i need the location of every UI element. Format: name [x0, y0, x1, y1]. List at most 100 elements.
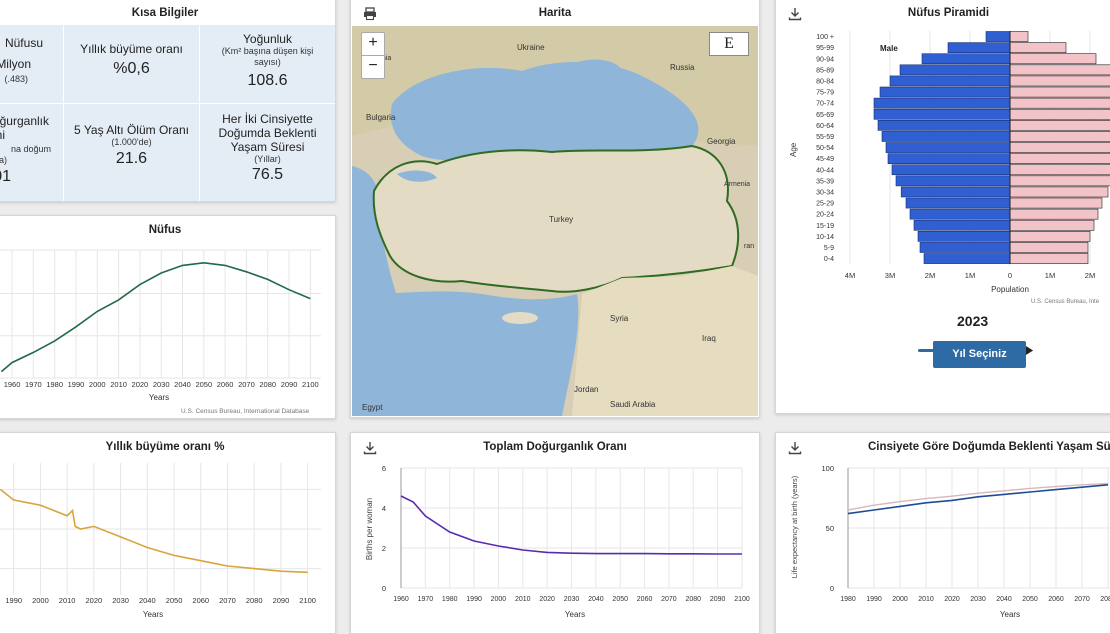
pyramid-age-label: 100 +: [816, 34, 834, 41]
nufus-chart: 1960 1970 1980 1990 2000 2010 2020 2030 2040 2050…: [0, 249, 321, 415]
map-label-ukraine: Ukraine: [517, 43, 545, 52]
zoom-out-button[interactable]: −: [361, 55, 385, 79]
pyramid-y-axis-label: Age: [789, 142, 798, 157]
pyramid-male-bar: [899, 64, 1011, 76]
pyramid-female-bar: [1009, 120, 1110, 131]
dogurganlik-label: ğurganlık: [0, 114, 49, 128]
yasam-suresi-label3: Yaşam Süresi: [230, 140, 305, 154]
play-icon[interactable]: [1025, 346, 1034, 355]
pyramid-male-bar: [887, 153, 1011, 164]
nufusu-sub: (.483): [4, 74, 28, 84]
pyramid-age-label: 85-89: [816, 67, 834, 74]
buyume-x-tick-label: 2080: [246, 596, 263, 605]
pyramid-male-bar: [909, 208, 1011, 220]
dogurganlik-x-tick-label: 2010: [515, 596, 531, 603]
nufus-series-line: [0, 261, 311, 373]
pyramid-age-label: 40-44: [816, 167, 834, 174]
pyramid-age-label: 25-29: [816, 201, 834, 208]
pyramid-age-label: 5-9: [824, 245, 834, 252]
yogunluk-label: Yoğunluk: [243, 32, 292, 46]
buyume-x-tick-label: 2030: [112, 596, 129, 605]
pyramid-x-tick-label: 2M: [925, 271, 935, 280]
dogurganlik-y-axis-label: Births per woman: [365, 498, 374, 560]
dogurganlik-x-tick-label: 2090: [710, 596, 726, 603]
yasam-y-tick-label: 50: [826, 524, 834, 533]
nufus-piramidi-panel: Nüfus Piramidi 0-4 5-9 10-14 15-19 20-24 25-2…: [775, 0, 1110, 414]
dogurganlik-panel: Toplam Doğurganlık Oranı 1960 1970 1980 199…: [350, 432, 760, 634]
map-corner-badge[interactable]: E: [709, 32, 749, 56]
dogurganlik-x-tick-label: 2000: [491, 596, 507, 603]
map-view[interactable]: Ukraine Russia Bulgaria Georgia Armenia …: [352, 26, 758, 416]
nufus-x-tick-label: 2010: [110, 380, 127, 389]
yasam-y-axis-label: Life expectancy at birth (years): [790, 475, 799, 578]
pyramid-age-label: 60-64: [816, 123, 834, 130]
pyramid-female-bar: [1009, 231, 1091, 242]
pyramid-male-bar: [905, 197, 1011, 209]
dogurganlik-y-tick-label: 6: [382, 464, 386, 473]
buyume-x-tick-label: 1990: [5, 596, 22, 605]
pyramid-male-bar: [947, 42, 1011, 54]
yasam-y-tick-label: 0: [830, 584, 834, 593]
nufus-x-tick-label: 2000: [89, 380, 106, 389]
nufus-x-tick-label: 2030: [153, 380, 170, 389]
yasam-x-tick-label: 2070: [1074, 596, 1090, 603]
harita-panel: Harita Ukraine Russia Bulgaria Georgia A…: [350, 0, 760, 418]
pyramid-female-bar: [1009, 108, 1110, 120]
olum-orani-sub: (1.000'de): [111, 137, 152, 147]
pyramid-x-tick-label: 3M: [885, 271, 895, 280]
olum-orani-cell: 5 Yaş Altı Ölüm Oranı (1.000'de) 21.6: [64, 104, 200, 201]
pyramid-female-bar: [1009, 64, 1110, 76]
nufus-x-tick-label: 1960: [4, 380, 21, 389]
kisa-bilgiler-panel: Kısa Bilgiler Nüfusu Milyon (.483) Yıllı…: [0, 0, 336, 202]
buyume-label: Yıllık büyüme oranı: [80, 42, 183, 56]
pyramid-female-bar: [1009, 97, 1110, 109]
pyramid-male-bar: [895, 175, 1011, 187]
nufus-x-tick-label: 2090: [281, 380, 298, 389]
yasam-x-tick-label: 2060: [1048, 596, 1064, 603]
nufus-x-tick-label: 2020: [132, 380, 149, 389]
yogunluk-sub2: sayısı): [254, 57, 281, 67]
yil-seciniz-button[interactable]: Yıl Seçiniz: [933, 341, 1026, 368]
yasam-x-tick-label: 2050: [1022, 596, 1038, 603]
nufus-x-axis-label: Years: [149, 393, 169, 402]
yasam-suresi-cell: Her İki Cinsiyette Doğumda Beklenti Yaşa…: [200, 104, 335, 201]
yasam-x-axis-label: Years: [1000, 610, 1020, 619]
dogurganlik-value: 01: [0, 168, 11, 185]
pyramid-age-label: 10-14: [816, 234, 834, 241]
nufusu-label: Nüfusu: [4, 36, 43, 50]
pyramid-age-label: 0-4: [824, 256, 834, 263]
dogurganlik-x-tick-label: 1980: [442, 596, 458, 603]
pyramid-year: 2023: [957, 313, 989, 329]
buyume-x-tick-label: 2090: [273, 596, 290, 605]
pyramid-male-bar: [879, 86, 1011, 98]
yasam-suresi-sub: (Yıllar): [254, 154, 281, 164]
dogurganlik-x-tick-label: 2080: [685, 596, 701, 603]
map-label-saudi-arabia: Saudi Arabia: [610, 400, 656, 409]
buyume-x-tick-label: 2010: [59, 596, 76, 605]
pyramid-male-bar: [919, 242, 1011, 253]
dogurganlik-x-tick-label: 2020: [539, 596, 555, 603]
buyume-chart: 1990 2000 2010 2020 2030 2040 2050 2060 2070 2080…: [0, 463, 321, 619]
yasam-x-tick-label: 2030: [970, 596, 986, 603]
dogurganlik-sub3: a): [0, 155, 7, 165]
yogunluk-sub: (Km² başına düşen kişi: [221, 46, 314, 56]
map-label-russia: Russia: [670, 63, 695, 72]
pyramid-x-tick-label: 0: [1008, 271, 1012, 280]
pyramid-age-label: 30-34: [816, 190, 834, 197]
nufus-x-tick-label: 2070: [238, 380, 255, 389]
nufus-x-tick-label: 2050: [195, 380, 212, 389]
map-label-egypt: Egypt: [362, 403, 383, 412]
dogurganlik-x-tick-label: 2060: [637, 596, 653, 603]
zoom-in-button[interactable]: +: [361, 32, 385, 56]
pyramid-age-label: 75-79: [816, 90, 834, 97]
pyramid-male-bar: [917, 231, 1011, 242]
pyramid-male-bar: [985, 31, 1011, 42]
pyramid-age-label: 35-39: [816, 178, 834, 185]
nufus-x-tick-label: 1980: [46, 380, 63, 389]
dogurganlik-x-tick-label: 2100: [734, 596, 750, 603]
pyramid-male-bar: [900, 186, 1011, 198]
yasam-suresi-label: Her İki Cinsiyette: [222, 112, 313, 126]
pyramid-female-bar: [1009, 197, 1103, 209]
nufusu-cell: Nüfusu Milyon (.483): [0, 25, 64, 104]
olum-orani-label: 5 Yaş Altı Ölüm Oranı: [74, 123, 189, 137]
